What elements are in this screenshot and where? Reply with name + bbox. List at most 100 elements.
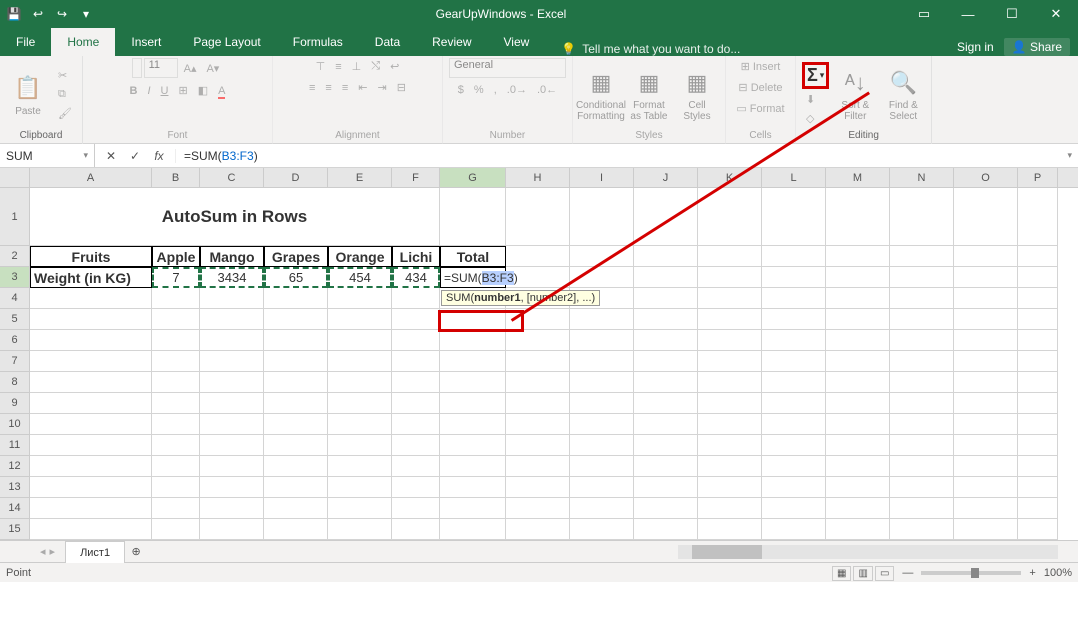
copy-button[interactable]: ⧉ xyxy=(54,86,76,103)
tab-page-layout[interactable]: Page Layout xyxy=(177,28,276,56)
sort-filter-button[interactable]: ᴬ↓Sort & Filter xyxy=(833,66,877,122)
cell-J5[interactable] xyxy=(634,309,698,330)
cell-E10[interactable] xyxy=(328,414,392,435)
cell-C6[interactable] xyxy=(200,330,264,351)
align-left-icon[interactable]: ≡ xyxy=(305,80,319,96)
cell-O7[interactable] xyxy=(954,351,1018,372)
row-header-5[interactable]: 5 xyxy=(0,309,30,330)
cell-I14[interactable] xyxy=(570,498,634,519)
cell-L2[interactable] xyxy=(762,246,826,267)
cell-D15[interactable] xyxy=(264,519,328,540)
italic-button[interactable]: I xyxy=(143,83,154,99)
cell-M11[interactable] xyxy=(826,435,890,456)
cell-E13[interactable] xyxy=(328,477,392,498)
cell-B15[interactable] xyxy=(152,519,200,540)
select-all-corner[interactable] xyxy=(0,168,30,187)
close-icon[interactable]: ✕ xyxy=(1034,6,1078,22)
cell-L6[interactable] xyxy=(762,330,826,351)
cell-D6[interactable] xyxy=(264,330,328,351)
row-header-6[interactable]: 6 xyxy=(0,330,30,351)
cell-O5[interactable] xyxy=(954,309,1018,330)
cell-K11[interactable] xyxy=(698,435,762,456)
row-header-7[interactable]: 7 xyxy=(0,351,30,372)
cell-L3[interactable] xyxy=(762,267,826,288)
cell-B3[interactable]: 7 xyxy=(152,267,200,288)
cell-D8[interactable] xyxy=(264,372,328,393)
add-sheet-button[interactable]: ⊕ xyxy=(125,545,147,558)
cell-K7[interactable] xyxy=(698,351,762,372)
cell-J2[interactable] xyxy=(634,246,698,267)
cell-N12[interactable] xyxy=(890,456,954,477)
cell-B13[interactable] xyxy=(152,477,200,498)
cell-J13[interactable] xyxy=(634,477,698,498)
tab-file[interactable]: File xyxy=(0,28,51,56)
cell-O10[interactable] xyxy=(954,414,1018,435)
page-layout-view-icon[interactable]: ▥ xyxy=(853,566,872,581)
align-middle-icon[interactable]: ≡ xyxy=(331,59,345,75)
column-header-K[interactable]: K xyxy=(698,168,762,187)
column-header-L[interactable]: L xyxy=(762,168,826,187)
cell-G11[interactable] xyxy=(440,435,506,456)
minimize-icon[interactable]: — xyxy=(946,7,990,22)
cell-D2[interactable]: Grapes xyxy=(264,246,328,267)
cell-D11[interactable] xyxy=(264,435,328,456)
cell-O4[interactable] xyxy=(954,288,1018,309)
insert-cells-button[interactable]: ⊞ Insert xyxy=(737,58,785,75)
cell-L4[interactable] xyxy=(762,288,826,309)
tab-review[interactable]: Review xyxy=(416,28,487,56)
column-header-M[interactable]: M xyxy=(826,168,890,187)
cell-C13[interactable] xyxy=(200,477,264,498)
cell-J10[interactable] xyxy=(634,414,698,435)
cell-J12[interactable] xyxy=(634,456,698,477)
cell-E14[interactable] xyxy=(328,498,392,519)
cell-M1[interactable] xyxy=(826,188,890,246)
cell-F11[interactable] xyxy=(392,435,440,456)
cell-J7[interactable] xyxy=(634,351,698,372)
cell-B5[interactable] xyxy=(152,309,200,330)
horizontal-scrollbar[interactable] xyxy=(147,545,1078,559)
cell-D14[interactable] xyxy=(264,498,328,519)
cell-K6[interactable] xyxy=(698,330,762,351)
cell-H12[interactable] xyxy=(506,456,570,477)
cancel-formula-button[interactable]: ✕ xyxy=(99,149,123,163)
column-header-P[interactable]: P xyxy=(1018,168,1058,187)
cell-P11[interactable] xyxy=(1018,435,1058,456)
merge-center-icon[interactable]: ⊟ xyxy=(393,79,410,96)
column-header-B[interactable]: B xyxy=(152,168,200,187)
cell-C14[interactable] xyxy=(200,498,264,519)
cell-F4[interactable] xyxy=(392,288,440,309)
cells-area[interactable]: AutoSum in RowsFruitsAppleMangoGrapesOra… xyxy=(30,188,1078,540)
cell-G2[interactable]: Total xyxy=(440,246,506,267)
insert-function-button[interactable]: fx xyxy=(147,149,171,163)
cell-J3[interactable] xyxy=(634,267,698,288)
number-format-combo[interactable]: General xyxy=(449,58,566,78)
cell-C7[interactable] xyxy=(200,351,264,372)
cell-F6[interactable] xyxy=(392,330,440,351)
zoom-slider[interactable] xyxy=(921,571,1021,575)
cell-P10[interactable] xyxy=(1018,414,1058,435)
row-header-8[interactable]: 8 xyxy=(0,372,30,393)
cell-D12[interactable] xyxy=(264,456,328,477)
cell-H2[interactable] xyxy=(506,246,570,267)
cell-P8[interactable] xyxy=(1018,372,1058,393)
row-header-2[interactable]: 2 xyxy=(0,246,30,267)
cell-H13[interactable] xyxy=(506,477,570,498)
cell-G13[interactable] xyxy=(440,477,506,498)
cell-E7[interactable] xyxy=(328,351,392,372)
cell-H14[interactable] xyxy=(506,498,570,519)
cell-I12[interactable] xyxy=(570,456,634,477)
cell-G1[interactable] xyxy=(440,188,506,246)
cell-M6[interactable] xyxy=(826,330,890,351)
cell-B6[interactable] xyxy=(152,330,200,351)
cell-K8[interactable] xyxy=(698,372,762,393)
cell-B14[interactable] xyxy=(152,498,200,519)
cell-M2[interactable] xyxy=(826,246,890,267)
maximize-icon[interactable]: ☐ xyxy=(990,6,1034,22)
cell-L9[interactable] xyxy=(762,393,826,414)
column-header-N[interactable]: N xyxy=(890,168,954,187)
cell-E2[interactable]: Orange xyxy=(328,246,392,267)
column-header-D[interactable]: D xyxy=(264,168,328,187)
cell-M4[interactable] xyxy=(826,288,890,309)
cell-A4[interactable] xyxy=(30,288,152,309)
row-header-3[interactable]: 3 xyxy=(0,267,30,288)
